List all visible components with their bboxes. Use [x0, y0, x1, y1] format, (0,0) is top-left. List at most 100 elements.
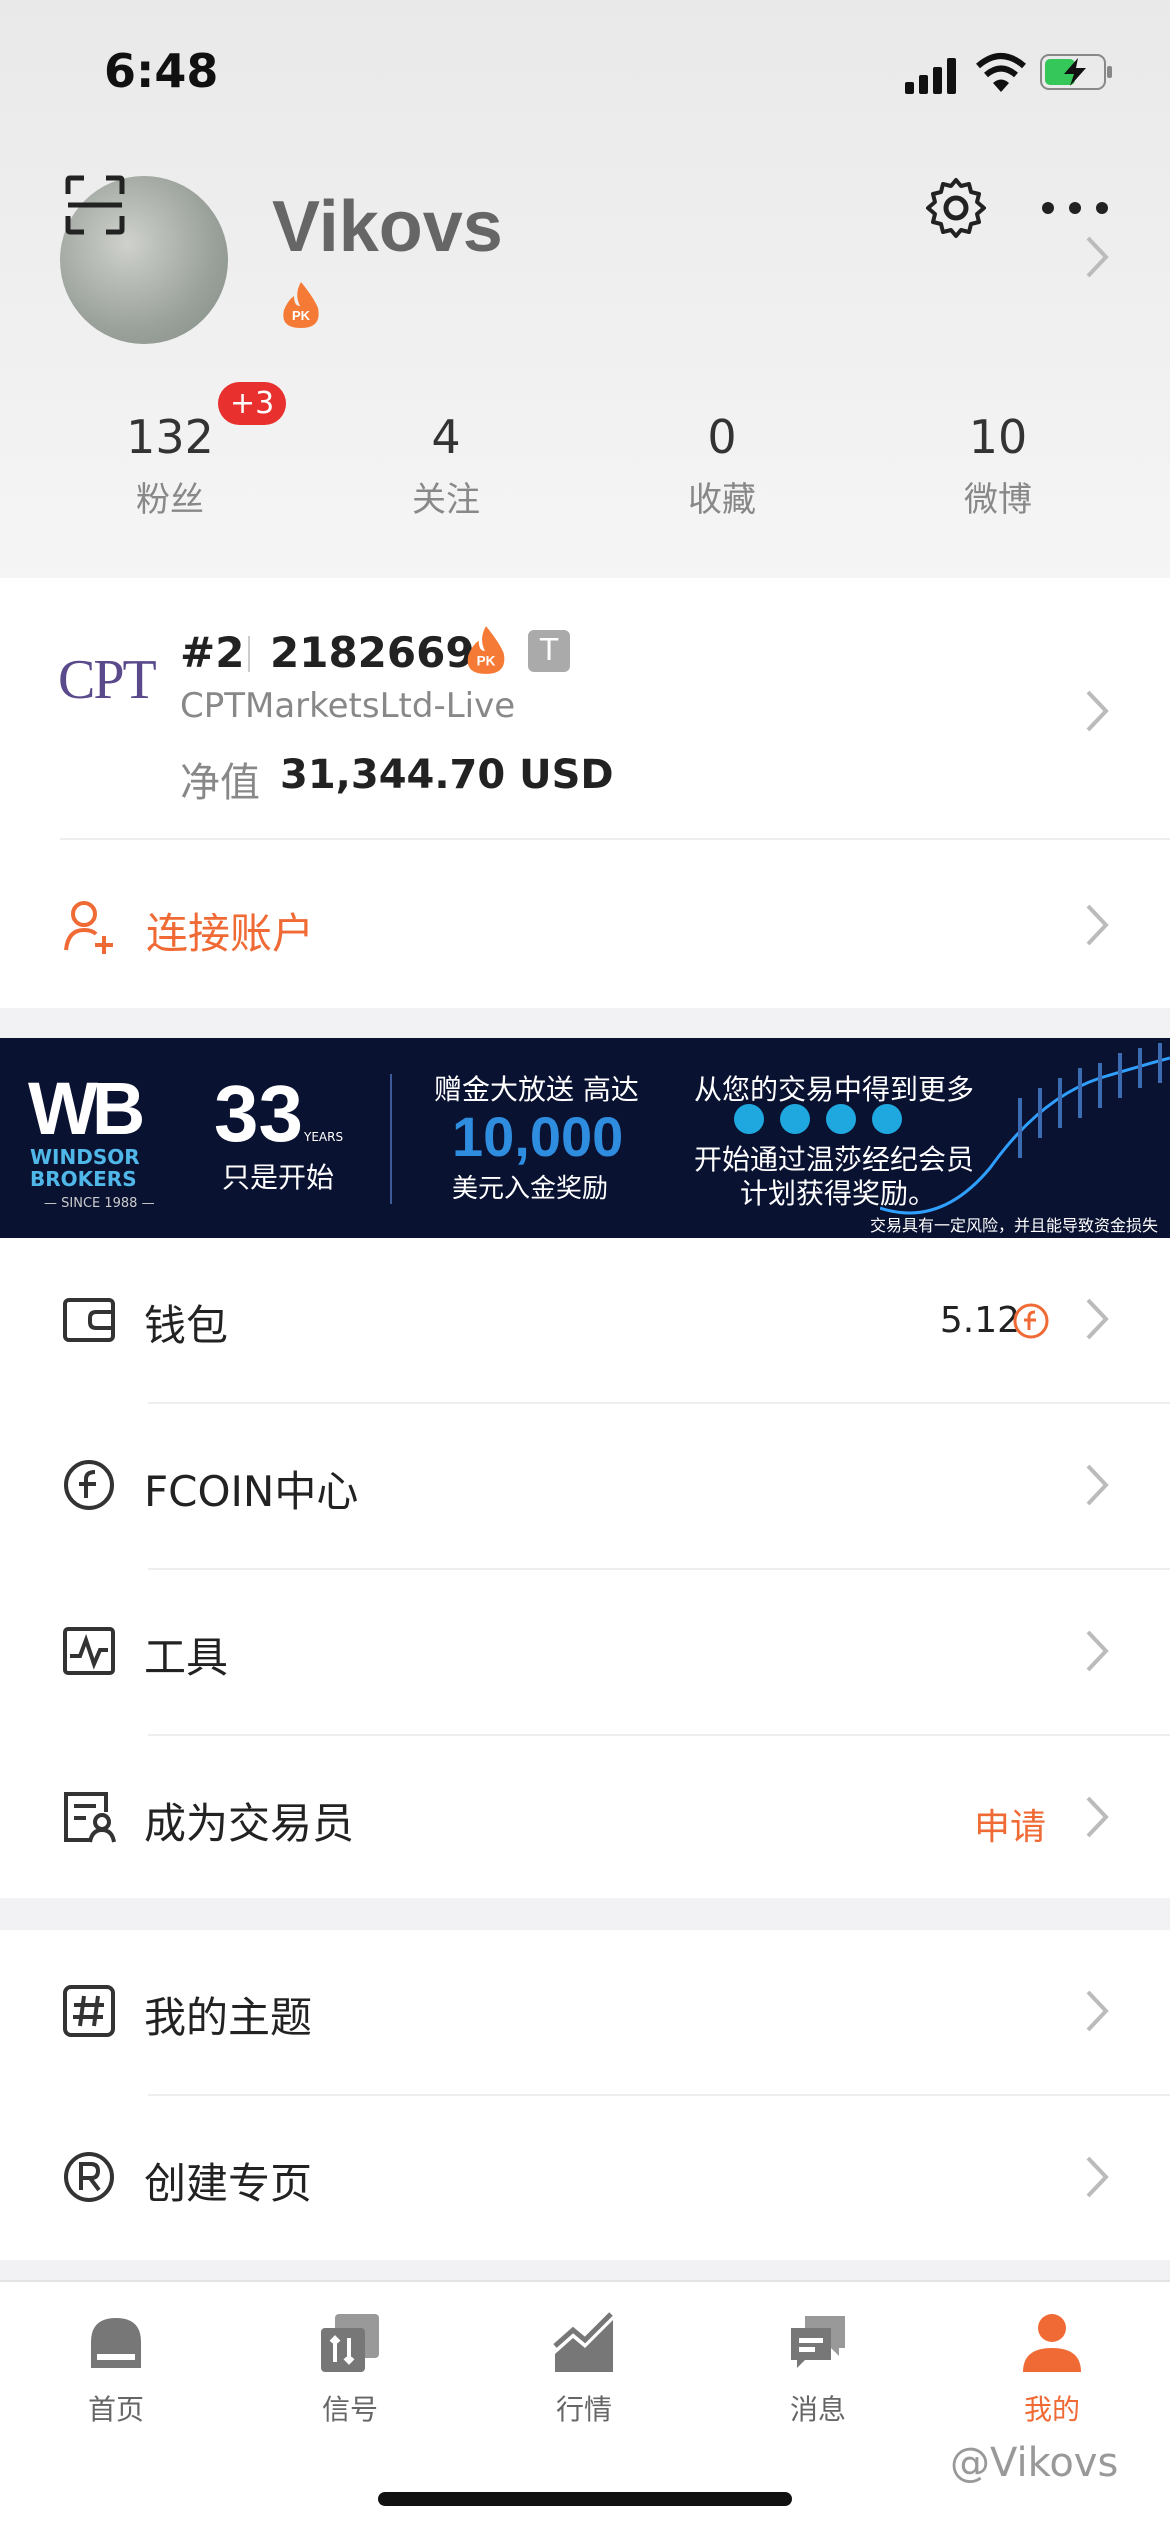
banner-start: 只是开始: [222, 1161, 335, 1194]
scan-icon[interactable]: [64, 174, 126, 236]
stat-label: 粉丝: [136, 480, 204, 520]
status-bar: 6:48: [0, 0, 1170, 150]
stat-posts[interactable]: 10 微博: [898, 410, 1098, 521]
tab-messages[interactable]: 消息: [728, 2312, 908, 2428]
banner-since: — SINCE 1988 —: [44, 1196, 155, 1211]
wallet-icon: [63, 1298, 115, 1342]
stat-value: 0: [707, 410, 737, 464]
fcoin-icon: [1013, 1303, 1049, 1339]
chevron-right-icon: [1086, 2156, 1109, 2198]
username[interactable]: Vikovs: [272, 186, 503, 268]
wifi-icon: [976, 53, 1026, 92]
tools-icon: [63, 1627, 115, 1675]
menu-item-wallet[interactable]: 钱包 5.12: [0, 1238, 1170, 1404]
menu-section: 我的主题 创建专页: [0, 1930, 1170, 2260]
chevron-right-icon: [1086, 1464, 1109, 1506]
settings-gear-icon[interactable]: [924, 176, 988, 240]
menu-label: 我的主题: [144, 1993, 313, 2042]
menu-section: 钱包 5.12 FCOIN中心 工具 成为交易员 申请: [0, 1238, 1170, 1898]
chevron-right-icon: [1086, 1796, 1109, 1838]
rank-separator: [248, 636, 250, 672]
menu-label: 钱包: [144, 1301, 229, 1350]
equity-value: 31,344.70 USD: [280, 752, 614, 798]
home-indicator[interactable]: [378, 2492, 792, 2506]
signal-icon: [321, 2314, 379, 2372]
tab-label: 行情: [555, 2393, 612, 2426]
menu-label: 工具: [144, 1633, 229, 1682]
menu-item-tools[interactable]: 工具: [0, 1570, 1170, 1736]
pk-flame-icon: PK: [467, 626, 505, 674]
add-user-icon: [64, 901, 113, 954]
promo-banner[interactable]: WB WINDSOR BROKERS — SINCE 1988 — 33 YEA…: [0, 1038, 1170, 1238]
divider: [60, 838, 1170, 840]
svg-text:PK: PK: [292, 308, 311, 323]
broker-logo: CPT: [58, 649, 157, 711]
windsor-logo: WB: [28, 1067, 145, 1150]
tab-market[interactable]: 行情: [494, 2312, 674, 2428]
tab-label: 首页: [87, 2393, 144, 2426]
tab-home[interactable]: 首页: [26, 2312, 206, 2428]
pk-flame-icon: PK: [283, 282, 319, 328]
new-followers-badge: +3: [218, 382, 287, 425]
hashtag-icon: [63, 1985, 115, 2037]
cellular-signal-icon: [905, 58, 956, 94]
broker-name: CPTMarketsLtd-Live: [180, 686, 516, 726]
fcoin-icon: [64, 1460, 114, 1510]
banner-anniversary: 33: [214, 1069, 303, 1158]
menu-label: 创建专页: [144, 2159, 313, 2208]
more-icon[interactable]: [1040, 200, 1110, 216]
banner-divider: [390, 1074, 392, 1204]
stat-value: 10: [968, 410, 1028, 464]
banner-plan: 计划获得奖励。: [740, 1177, 937, 1210]
tab-label: 信号: [321, 2393, 378, 2426]
stat-label: 关注: [412, 480, 480, 520]
banner-more: 从您的交易中得到更多: [694, 1073, 975, 1106]
stat-following[interactable]: 4 关注: [346, 410, 546, 521]
chevron-right-icon: [1086, 1990, 1109, 2032]
banner-amount: 10,000: [452, 1105, 624, 1168]
profile-icon: [1023, 2314, 1081, 2372]
trader-icon: [64, 1792, 116, 1843]
registered-icon: [64, 2152, 114, 2202]
wallet-balance: 5.12: [939, 1300, 1020, 1341]
battery-charging-icon: [1040, 54, 1112, 90]
menu-item-become-trader[interactable]: 成为交易员 申请: [0, 1736, 1170, 1902]
svg-text:PK: PK: [477, 654, 496, 669]
account-type-badge: T: [528, 630, 570, 672]
banner-steps: [734, 1104, 918, 1138]
apply-link[interactable]: 申请: [974, 1798, 1046, 1850]
stat-label: 收藏: [688, 480, 756, 520]
stat-followers[interactable]: 132 粉丝: [70, 410, 270, 521]
menu-item-fcoin[interactable]: FCOIN中心: [0, 1404, 1170, 1570]
stat-value: 4: [431, 410, 461, 464]
status-time: 6:48: [104, 44, 219, 98]
tab-me[interactable]: 我的: [962, 2312, 1142, 2428]
menu-label: 成为交易员: [144, 1799, 355, 1848]
tab-signal[interactable]: 信号: [260, 2312, 440, 2428]
account-number: 2182669: [270, 628, 475, 677]
menu-item-my-topics[interactable]: 我的主题: [0, 1930, 1170, 2096]
market-icon: [553, 2312, 613, 2372]
message-icon: [791, 2316, 845, 2368]
banner-gift: 赠金大放送 高达: [434, 1073, 639, 1106]
connect-account-button[interactable]: 连接账户: [146, 900, 314, 961]
tab-label: 我的: [1023, 2393, 1080, 2426]
home-icon: [91, 2318, 141, 2368]
chevron-right-icon[interactable]: [1082, 900, 1112, 950]
chevron-right-icon: [1086, 1630, 1109, 1672]
banner-risk: 交易具有一定风险，并且能导致资金损失: [870, 1216, 1159, 1235]
chevron-right-icon[interactable]: [1082, 686, 1112, 736]
banner-deposit: 美元入金奖励: [452, 1174, 609, 1204]
stat-label: 微博: [964, 480, 1032, 520]
menu-item-create-page[interactable]: 创建专页: [0, 2096, 1170, 2262]
banner-years: YEARS: [304, 1130, 344, 1144]
equity-label: 净值: [180, 760, 260, 806]
banner-brand: WINDSOR BROKERS: [30, 1145, 140, 1191]
watermark: @Vikovs: [950, 2440, 1119, 2486]
account-rank: #2: [180, 628, 245, 677]
tab-label: 消息: [789, 2393, 846, 2426]
menu-label: FCOIN中心: [144, 1467, 359, 1516]
stat-favorites[interactable]: 0 收藏: [622, 410, 822, 521]
chevron-right-icon: [1086, 1298, 1109, 1340]
chevron-right-icon[interactable]: [1082, 232, 1112, 282]
